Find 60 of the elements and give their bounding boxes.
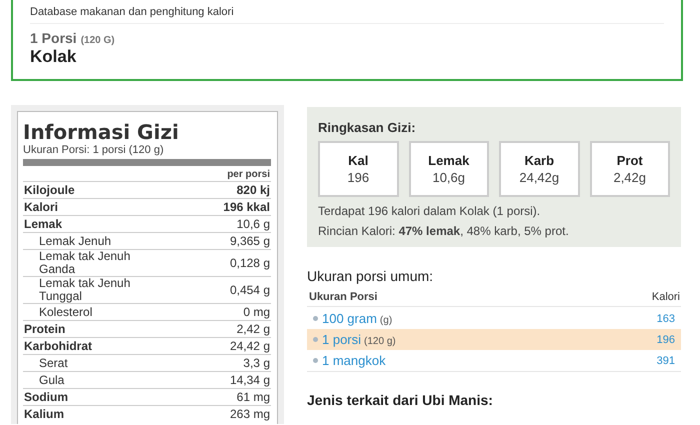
summary-title: Ringkasan Gizi: <box>318 120 417 135</box>
box-label: Lemak <box>428 153 470 168</box>
section-title: Ukuran porsi umum: <box>307 268 434 284</box>
column-header: Kalori <box>652 291 680 303</box>
nutrient-name: Protein <box>24 322 66 336</box>
serving-row[interactable]: 1 porsi (120 g) 196 <box>307 329 681 350</box>
serving-link[interactable]: 100 gram (g) <box>322 311 392 326</box>
nutrient-name: Gula <box>38 374 66 386</box>
box-value: 2,42g <box>613 170 646 185</box>
nutrient-value: 9,365 g <box>230 234 270 248</box>
calorie-value: 163 <box>656 312 675 324</box>
column-header: Ukuran Porsi <box>309 291 378 303</box>
label-title: Informasi Gizi <box>23 120 180 144</box>
box-label: Karb <box>524 153 554 168</box>
nutrient-name: Sodium <box>24 390 68 404</box>
serving-unit: (120 G) <box>80 35 115 46</box>
nutrient-value: 196 kkal <box>223 200 270 214</box>
box-value: 10,6g <box>432 170 466 185</box>
box-label: Prot <box>616 153 643 168</box>
nutrient-value: 24,42 g <box>230 340 270 352</box>
box-label: Kal <box>348 153 368 168</box>
serving-link[interactable]: 1 porsi (120 g) <box>322 332 396 347</box>
food-title: Kolak <box>30 47 78 67</box>
serving-row[interactable]: 100 gram (g) 163 <box>307 308 681 329</box>
serving-size: Ukuran Porsi: 1 porsi (120 g) <box>23 144 165 156</box>
calorie-sentence: Terdapat 196 kalori dalam Kolak (1 porsi). <box>318 204 542 218</box>
nutrient-name: Karbohidrat <box>24 340 92 352</box>
calorie-value: 196 <box>656 334 675 346</box>
site-subtitle: Database makanan dan penghitung kalori <box>30 6 664 24</box>
section-title: Jenis terkait dari Ubi Manis: <box>307 392 494 408</box>
serving-label: 1 Porsi <box>30 30 77 46</box>
nutrient-value: 14,34 g <box>230 374 270 386</box>
bullet-icon <box>313 337 318 342</box>
nutrient-value: 3,3 g <box>243 356 270 370</box>
nutrient-name: Kalori <box>24 200 58 214</box>
nutrient-value: 0,454 g <box>230 284 270 296</box>
nutrient-name: Lemak tak Jenuh Tunggal <box>38 277 132 303</box>
nutrient-value: 2,42 g <box>236 322 270 336</box>
nutrient-name: Kolesterol <box>38 306 94 318</box>
calorie-value: 391 <box>656 354 675 366</box>
nutrient-name: Lemak Jenuh <box>38 234 112 248</box>
nutrient-value: 61 mg <box>236 390 270 404</box>
nutrient-value: 0,128 g <box>230 256 270 270</box>
nutrient-value: 10,6 g <box>236 218 270 230</box>
serving-link[interactable]: 1 mangkok <box>322 353 386 368</box>
calorie-breakdown: Rincian Kalori: 47% lemak, 48% karb, 5% prot. <box>318 224 570 238</box>
nutrient-value: 0 mg <box>243 306 270 318</box>
nutrient-name: Lemak <box>24 218 62 230</box>
nutrient-name: Kilojoule <box>24 184 75 196</box>
bullet-icon <box>313 358 318 363</box>
nutrient-name: Kalium <box>24 408 64 420</box>
nutrient-value: 263 mg <box>230 408 270 420</box>
box-value: 196 <box>347 170 370 185</box>
serving-row[interactable]: 1 mangkok 391 <box>307 350 681 371</box>
nutrient-name: Lemak tak Jenuh Ganda <box>38 250 132 276</box>
bullet-icon <box>313 316 318 321</box>
box-value: 24,42g <box>519 170 560 185</box>
column-header: per porsi <box>226 168 271 181</box>
nutrient-value: 820 kj <box>236 184 270 196</box>
nutrient-name: Serat <box>38 356 69 370</box>
